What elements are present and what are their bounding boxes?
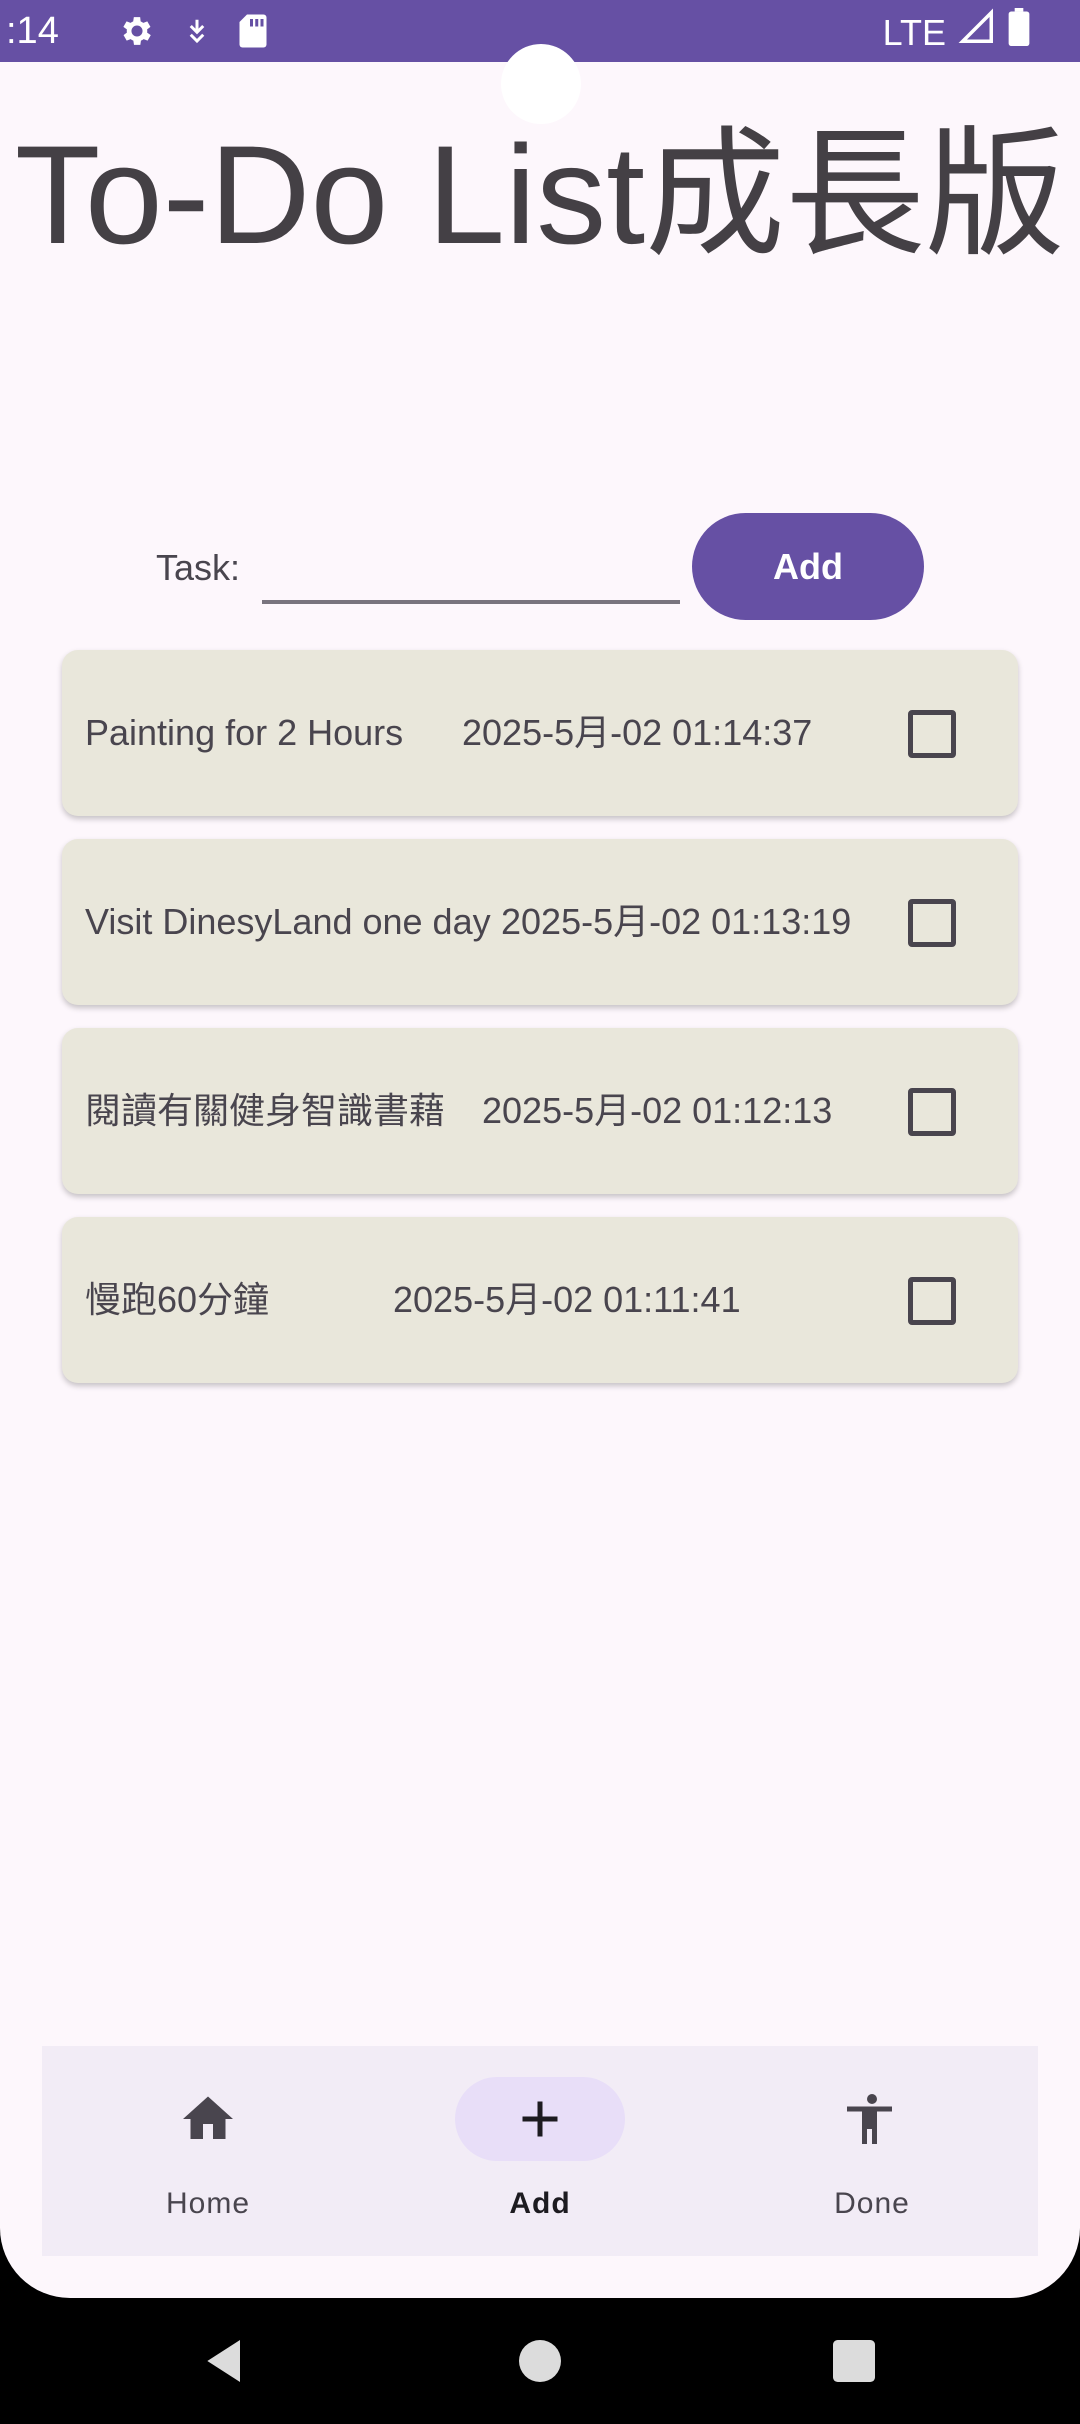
add-button[interactable]: Add: [692, 513, 924, 620]
task-checkbox[interactable]: [908, 899, 956, 947]
bottom-navigation: Home Add Done: [42, 2046, 1038, 2256]
task-checkbox[interactable]: [908, 1088, 956, 1136]
sd-card-icon: [238, 13, 268, 54]
settings-icon: [118, 12, 156, 55]
battery-icon: [1008, 8, 1030, 57]
network-type: LTE: [882, 11, 946, 53]
recents-icon[interactable]: [826, 2333, 882, 2389]
nav-item-home[interactable]: Home: [108, 2046, 308, 2256]
task-timestamp: 2025-5月-02 01:11:41: [393, 1279, 741, 1320]
task-name: 慢跑60分鐘: [85, 1279, 270, 1320]
camera-cutout: [501, 44, 581, 124]
status-notification-icons: [118, 12, 268, 55]
task-name: Visit DinesyLand one day: [85, 901, 491, 942]
task-card: Visit DinesyLand one day 2025-5月-02 01:1…: [62, 839, 1018, 1005]
home-icon: [178, 2089, 238, 2149]
task-timestamp: 2025-5月-02 01:13:19: [501, 901, 852, 942]
task-input[interactable]: [262, 528, 680, 604]
screen: :14 LTE To-Do List成長版 Task: Add Painting…: [0, 0, 1080, 2424]
task-list: Painting for 2 Hours 2025-5月-02 01:14:37…: [62, 650, 1018, 1406]
app-surface: :14 LTE To-Do List成長版 Task: Add Painting…: [0, 0, 1080, 2298]
nav-label-home: Home: [165, 2187, 251, 2220]
task-label: Task:: [156, 547, 241, 588]
nav-label-add: Add: [509, 2187, 571, 2220]
back-icon[interactable]: [198, 2333, 254, 2389]
task-name: Painting for 2 Hours: [85, 712, 404, 753]
plus-icon: [510, 2089, 570, 2149]
page-title: To-Do List成長版: [14, 116, 1066, 273]
task-card: 慢跑60分鐘 2025-5月-02 01:11:41: [62, 1217, 1018, 1383]
task-checkbox[interactable]: [908, 710, 956, 758]
task-checkbox[interactable]: [908, 1277, 956, 1325]
task-name: 閱讀有關健身智識書藉: [85, 1090, 446, 1131]
download-icon: [182, 14, 212, 53]
nav-item-done[interactable]: Done: [772, 2046, 972, 2256]
system-navigation-bar: [0, 2298, 1080, 2424]
task-timestamp: 2025-5月-02 01:12:13: [482, 1090, 833, 1131]
signal-icon: [958, 8, 996, 57]
task-card: Painting for 2 Hours 2025-5月-02 01:14:37: [62, 650, 1018, 816]
task-card: 閱讀有關健身智識書藉 2025-5月-02 01:12:13: [62, 1028, 1018, 1194]
nav-item-add[interactable]: Add: [440, 2046, 640, 2256]
status-system-icons: LTE: [883, 8, 1030, 57]
nav-label-done: Done: [834, 2187, 910, 2220]
accessibility-icon: [842, 2089, 902, 2149]
task-timestamp: 2025-5月-02 01:14:37: [462, 712, 813, 753]
home-circle-icon[interactable]: [512, 2333, 568, 2389]
status-time: :14: [6, 10, 59, 52]
